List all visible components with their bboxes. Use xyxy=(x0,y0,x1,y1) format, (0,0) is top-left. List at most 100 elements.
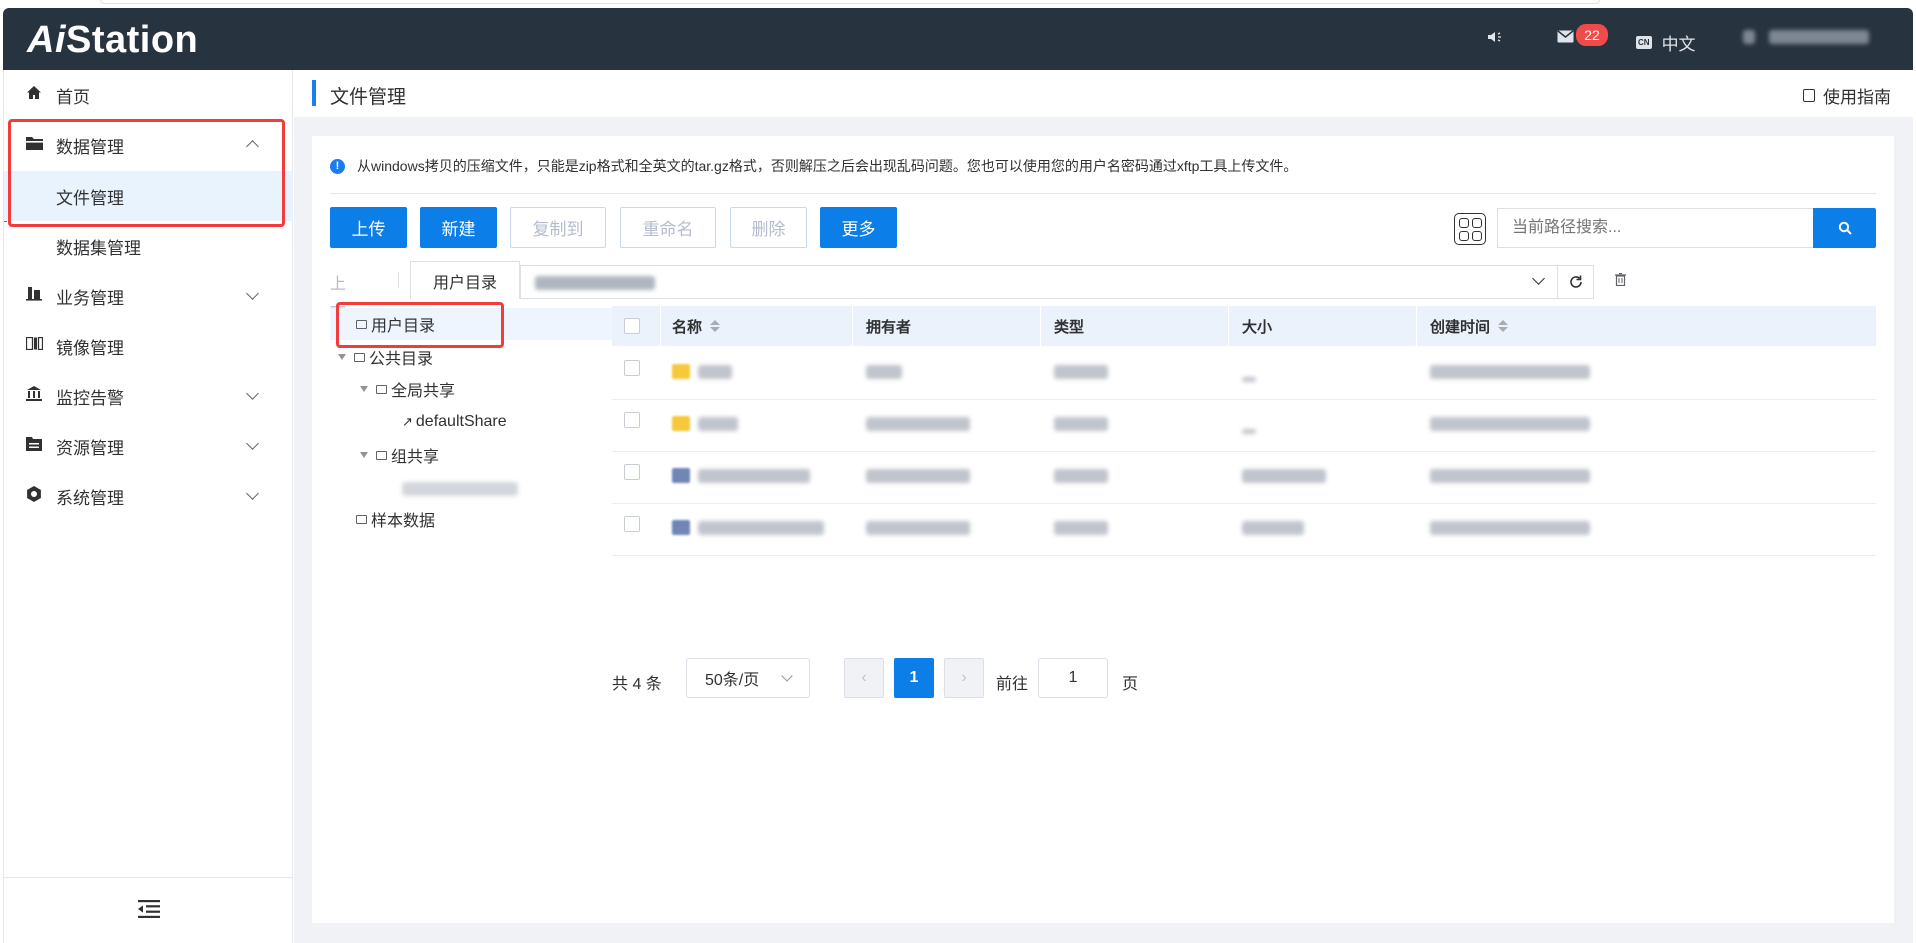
copy-to-button[interactable]: 复制到 xyxy=(510,207,606,248)
current-path-select[interactable] xyxy=(520,265,1558,299)
resource-icon xyxy=(24,436,44,456)
user-name-redacted xyxy=(1769,30,1869,44)
create-button[interactable]: 新建 xyxy=(420,207,497,248)
sidebar-item-monitor-alarm[interactable]: 监控告警 xyxy=(4,371,293,421)
tree-node-default-share[interactable]: ↗ defaultShare xyxy=(402,407,507,437)
grid-view-icon[interactable] xyxy=(1454,213,1486,245)
guide-book-icon xyxy=(1803,89,1815,102)
search-button[interactable] xyxy=(1813,208,1876,248)
search-icon xyxy=(1838,221,1852,235)
grid-cell xyxy=(1459,231,1469,241)
upload-button[interactable]: 上传 xyxy=(330,207,407,248)
row-checkbox[interactable] xyxy=(624,464,640,480)
sidebar-collapse-icon[interactable] xyxy=(137,897,160,925)
file-name-redacted[interactable] xyxy=(698,365,732,384)
app-logo[interactable]: Ai Station xyxy=(27,18,199,61)
next-page-button[interactable]: › xyxy=(944,658,984,698)
tree-node-label: 样本数据 xyxy=(371,513,436,530)
folder-icon xyxy=(376,384,387,394)
created-time-redacted xyxy=(1430,469,1590,488)
column-header-created[interactable]: 创建时间 xyxy=(1430,306,1509,346)
mail-icon[interactable] xyxy=(1557,30,1574,43)
sidebar-item-image-management[interactable]: 镜像管理 xyxy=(4,321,293,371)
sort-icon[interactable] xyxy=(710,320,721,332)
sidebar-item-dataset-management[interactable]: 数据集管理 xyxy=(4,221,293,271)
created-time-redacted xyxy=(1430,365,1590,384)
refresh-icon[interactable] xyxy=(1558,265,1594,299)
user-menu[interactable] xyxy=(1743,30,1869,44)
sidebar-item-label: 镜像管理 xyxy=(56,338,124,358)
path-search-input[interactable] xyxy=(1497,208,1813,248)
highlight-box-data-management xyxy=(8,119,285,227)
expand-caret-icon[interactable] xyxy=(338,354,346,360)
column-header-owner: 拥有者 xyxy=(866,318,912,336)
prev-page-button[interactable]: ‹ xyxy=(844,658,884,698)
sidebar-item-home[interactable]: 首页 xyxy=(4,70,293,120)
directory-tree: 用户目录 公共目录 全局共享 ↗ defaultShare 组共享 样本数据 xyxy=(330,308,639,608)
path-tab-user-dir[interactable]: 用户目录 xyxy=(410,261,520,299)
select-all-checkbox[interactable] xyxy=(624,318,640,334)
user-guide-link[interactable]: 使用指南 xyxy=(1803,83,1891,108)
speaker-icon[interactable] xyxy=(1487,30,1503,44)
tree-node-group-redacted[interactable] xyxy=(402,474,518,504)
grid-cell xyxy=(1459,218,1469,228)
folder-icon xyxy=(672,364,690,379)
file-name-redacted[interactable] xyxy=(698,417,738,436)
upload-notice: ! 从windows拷贝的压缩文件，只能是zip格式和全英文的tar.gz格式，… xyxy=(330,156,1297,176)
goto-page-input[interactable] xyxy=(1038,658,1108,698)
folder-icon xyxy=(376,450,387,460)
table-row[interactable] xyxy=(612,504,1876,556)
page-suffix-label: 页 xyxy=(1122,676,1139,693)
row-checkbox[interactable] xyxy=(624,516,640,532)
page-size-select[interactable]: 50条/页 xyxy=(686,658,810,698)
folder-icon xyxy=(354,352,365,362)
rename-button[interactable]: 重命名 xyxy=(620,207,716,248)
page-size-value: 50条/页 xyxy=(705,672,760,689)
logo-station-text: Station xyxy=(66,18,199,61)
tree-node-label: 公共目录 xyxy=(369,351,434,368)
tree-node-group-share[interactable]: 组共享 xyxy=(360,440,439,470)
more-button[interactable]: 更多 xyxy=(820,207,897,248)
system-icon xyxy=(24,485,44,507)
size-redacted xyxy=(1242,369,1256,387)
owner-redacted xyxy=(866,365,902,384)
type-redacted xyxy=(1054,521,1108,540)
column-label: 名称 xyxy=(672,318,703,336)
chevron-down-icon xyxy=(246,287,259,300)
table-row[interactable] xyxy=(612,348,1876,400)
language-switch[interactable]: CN 中文 xyxy=(1636,30,1696,55)
type-redacted xyxy=(1054,469,1108,488)
notice-divider xyxy=(330,193,1876,194)
owner-redacted xyxy=(866,521,970,540)
chevron-down-icon xyxy=(246,437,259,450)
chevron-down-icon xyxy=(246,387,259,400)
tree-node-label: defaultShare xyxy=(415,413,507,430)
table-row[interactable] xyxy=(612,452,1876,504)
tree-node-global-share[interactable]: 全局共享 xyxy=(360,374,455,404)
file-name-redacted[interactable] xyxy=(698,469,810,488)
tree-node-sample-data[interactable]: 样本数据 xyxy=(356,504,435,534)
row-checkbox[interactable] xyxy=(624,412,640,428)
file-icon xyxy=(672,520,690,535)
sidebar-item-label: 业务管理 xyxy=(56,288,124,308)
folder-icon xyxy=(672,416,690,431)
sort-icon[interactable] xyxy=(1498,320,1509,332)
table-row[interactable] xyxy=(612,400,1876,452)
file-name-redacted[interactable] xyxy=(698,521,824,540)
info-icon: ! xyxy=(330,158,345,174)
column-header-name[interactable]: 名称 xyxy=(672,306,721,346)
sidebar-item-business-management[interactable]: 业务管理 xyxy=(4,271,293,321)
sidebar-item-resource-management[interactable]: 资源管理 xyxy=(4,421,293,471)
sidebar-item-system-management[interactable]: 系统管理 xyxy=(4,471,293,521)
image-icon xyxy=(24,336,44,355)
path-separator xyxy=(398,272,399,288)
expand-caret-icon[interactable] xyxy=(360,452,368,458)
business-icon xyxy=(24,286,44,306)
chevron-down-icon xyxy=(246,487,259,500)
row-checkbox[interactable] xyxy=(624,360,640,376)
trash-icon[interactable] xyxy=(1615,272,1626,289)
delete-button[interactable]: 删除 xyxy=(730,207,807,248)
expand-caret-icon[interactable] xyxy=(360,386,368,392)
title-accent-bar xyxy=(312,80,316,106)
page-number-current[interactable]: 1 xyxy=(894,658,934,698)
